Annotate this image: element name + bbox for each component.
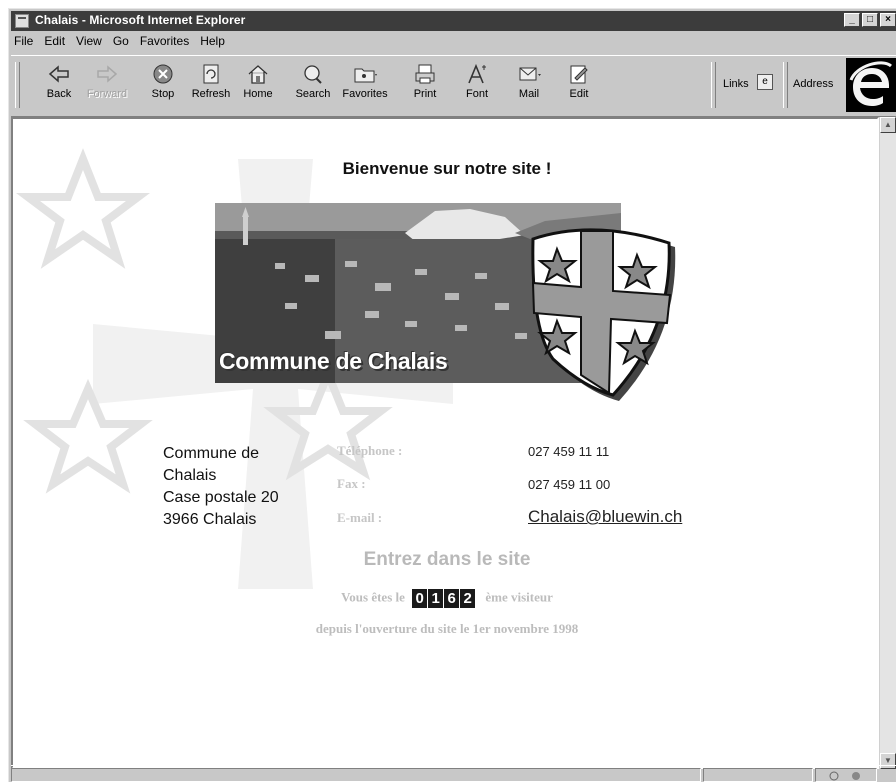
forward-button[interactable]: Forward xyxy=(83,60,131,112)
address-line: 3966 Chalais xyxy=(163,511,257,528)
window-icon[interactable] xyxy=(15,14,29,28)
enter-site-link[interactable]: Entrez dans le site xyxy=(13,549,877,571)
counter-digit: 1 xyxy=(428,589,444,608)
menu-view[interactable]: View xyxy=(76,34,102,52)
counter-digit: 6 xyxy=(444,589,460,608)
font-icon xyxy=(468,63,486,84)
title-bar[interactable]: Chalais - Microsoft Internet Explorer _ … xyxy=(11,11,896,31)
edit-page-icon xyxy=(570,65,588,84)
address-line: Commune de xyxy=(163,445,260,462)
minimize-button[interactable]: _ xyxy=(844,13,860,27)
close-button[interactable]: × xyxy=(880,13,896,27)
visitor-counter: 0162 xyxy=(412,589,476,608)
refresh-button[interactable]: Refresh xyxy=(187,60,235,112)
browser-window: Chalais - Microsoft Internet Explorer _ … xyxy=(8,8,896,782)
font-label: Font xyxy=(465,88,488,100)
enter-site-label[interactable]: Entrez dans le site xyxy=(364,549,531,570)
printer-icon xyxy=(415,64,435,84)
stop-icon xyxy=(153,64,173,84)
banner-caption: Commune de Chalais xyxy=(219,348,448,374)
edit-label: Edit xyxy=(569,88,589,100)
font-button[interactable]: Font xyxy=(453,60,501,112)
vertical-scrollbar[interactable]: ▲ ▼ xyxy=(879,117,896,769)
email-label: E-mail : xyxy=(337,510,383,525)
visitor-line: Vous êtes le 0162 ème visiteur xyxy=(13,589,877,608)
menu-edit[interactable]: Edit xyxy=(44,34,65,52)
email-row: Chalais@bluewin.ch xyxy=(528,507,682,527)
home-icon xyxy=(248,65,268,84)
fax-label: Fax : xyxy=(337,476,366,491)
refresh-label: Refresh xyxy=(191,88,231,100)
home-label: Home xyxy=(243,88,273,100)
edit-button[interactable]: Edit xyxy=(555,60,603,112)
welcome-heading: Bienvenue sur notre site ! xyxy=(342,159,552,178)
maximize-button[interactable]: □ xyxy=(862,13,878,27)
visitor-prefix: Vous êtes le xyxy=(341,589,405,605)
back-button[interactable]: Back xyxy=(35,60,83,112)
caption-buttons: _ □ × xyxy=(844,13,896,27)
forward-label: Forward xyxy=(86,88,128,100)
status-zone-pane xyxy=(815,768,877,782)
status-text-pane xyxy=(11,768,701,782)
page-content: Bienvenue sur notre site ! Commune de Ch… xyxy=(11,117,879,769)
mail-button[interactable]: Mail xyxy=(505,60,553,112)
search-label: Search xyxy=(295,88,331,100)
fax-value: 027 459 11 00 xyxy=(528,477,611,492)
search-icon xyxy=(304,65,322,84)
visitor-suffix: ème visiteur xyxy=(485,589,553,605)
stop-button[interactable]: Stop xyxy=(139,60,187,112)
zone-icon xyxy=(829,771,860,781)
stop-label: Stop xyxy=(151,88,175,100)
window-title: Chalais - Microsoft Internet Explorer xyxy=(35,13,246,27)
back-arrow-icon xyxy=(48,65,69,83)
favorites-folder-icon xyxy=(354,68,377,83)
menu-favorites[interactable]: Favorites xyxy=(140,34,189,52)
favorites-label: Favorites xyxy=(342,88,388,100)
favorites-button[interactable]: Favorites xyxy=(341,60,389,112)
email-link[interactable]: Chalais@bluewin.ch xyxy=(528,507,682,526)
address-grip[interactable] xyxy=(783,62,788,108)
status-progress-pane xyxy=(703,768,813,782)
links-label[interactable]: Links xyxy=(723,78,749,90)
status-bar xyxy=(11,765,896,782)
address-label[interactable]: Address xyxy=(793,78,833,90)
address-line: Chalais xyxy=(163,467,217,484)
print-label: Print xyxy=(413,88,437,100)
phone-value: 027 459 11 11 xyxy=(528,444,610,459)
menu-bar: File Edit View Go Favorites Help xyxy=(11,34,225,52)
print-button[interactable]: Print xyxy=(401,60,449,112)
home-button[interactable]: Home xyxy=(234,60,282,112)
ie-logo xyxy=(846,58,896,112)
ie-e-icon xyxy=(849,61,892,106)
counter-digit: 0 xyxy=(412,589,428,608)
menu-help[interactable]: Help xyxy=(200,34,225,52)
since-date-text: depuis l'ouverture du site le 1er novemb… xyxy=(315,621,579,636)
menu-go[interactable]: Go xyxy=(113,34,129,52)
coat-of-arms xyxy=(531,228,676,401)
menu-file[interactable]: File xyxy=(14,34,33,52)
toolbar: Back Forward Stop Refresh Home Search Fa… xyxy=(11,55,896,117)
phone-label: Téléphone : xyxy=(337,443,403,458)
counter-digit: 2 xyxy=(460,589,476,608)
mail-icon xyxy=(519,67,541,81)
address-line: Case postale 20 xyxy=(163,489,279,506)
scroll-up-button[interactable]: ▲ xyxy=(880,117,896,133)
search-button[interactable]: Search xyxy=(289,60,337,112)
postal-address: Commune de Chalais Case postale 20 3966 … xyxy=(163,443,279,531)
forward-arrow-icon xyxy=(97,65,118,83)
links-page-icon[interactable]: e xyxy=(757,74,773,90)
back-label: Back xyxy=(46,88,72,100)
toolbar-grip[interactable] xyxy=(15,62,20,108)
links-grip[interactable] xyxy=(711,62,716,108)
mail-label: Mail xyxy=(518,88,540,100)
refresh-icon xyxy=(203,64,219,84)
